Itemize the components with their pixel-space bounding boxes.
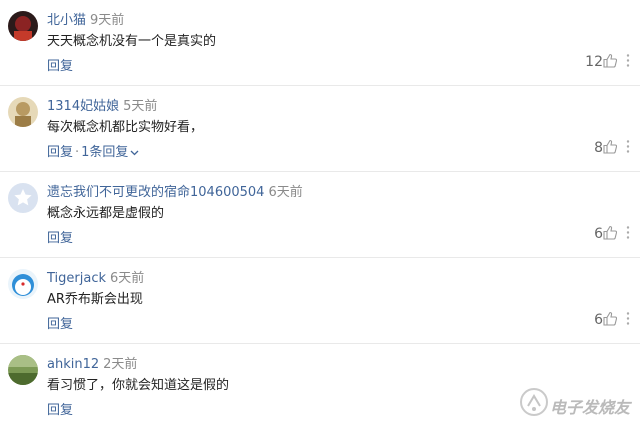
comment-item: 1314妃姑娘 5天前 每次概念机都比实物好看， 回复 · 1条回复 8 xyxy=(0,86,640,172)
timestamp: 6天前 xyxy=(268,185,303,200)
thumbs-up-icon[interactable] xyxy=(603,53,617,68)
comment-item: Tigerjack 6天前 AR乔布斯会出现 回复 6 xyxy=(0,258,640,344)
avatar[interactable] xyxy=(8,183,38,213)
comment-text: 概念永远都是虚假的 xyxy=(47,206,165,221)
username[interactable]: ahkin12 xyxy=(47,357,99,372)
timestamp: 9天前 xyxy=(90,13,125,28)
username[interactable]: 遗忘我们不可更改的宿命104600504 xyxy=(47,185,264,200)
watermark: 电子发烧友 xyxy=(518,382,630,422)
comment-text: AR乔布斯会出现 xyxy=(47,292,143,307)
separator: · xyxy=(75,145,80,160)
timestamp: 6天前 xyxy=(110,271,145,286)
avatar[interactable] xyxy=(8,97,38,127)
more-options-icon[interactable] xyxy=(623,311,633,326)
like-count: 6 xyxy=(594,312,603,328)
more-options-icon[interactable] xyxy=(623,225,633,240)
more-options-icon[interactable] xyxy=(623,139,633,154)
comment-item: 遗忘我们不可更改的宿命104600504 6天前 概念永远都是虚假的 回复 6 xyxy=(0,172,640,258)
comment-text: 每次概念机都比实物好看， xyxy=(47,120,204,135)
avatar[interactable] xyxy=(8,355,38,385)
thumbs-up-icon[interactable] xyxy=(603,139,617,154)
comment-item: 北小猫 9天前 天天概念机没有一个是真实的 回复 12 xyxy=(0,0,640,86)
chevron-down-icon[interactable] xyxy=(130,150,139,156)
username[interactable]: 1314妃姑娘 xyxy=(47,99,119,114)
thumbs-up-icon[interactable] xyxy=(603,311,617,326)
reply-button[interactable]: 回复 xyxy=(47,403,73,418)
reply-button[interactable]: 回复 xyxy=(47,231,73,246)
username[interactable]: Tigerjack xyxy=(47,271,106,286)
thumbs-up-icon[interactable] xyxy=(603,225,617,240)
reply-button[interactable]: 回复 xyxy=(47,145,73,160)
watermark-logo-icon xyxy=(520,388,548,416)
avatar[interactable] xyxy=(8,11,38,41)
comment-text: 天天概念机没有一个是真实的 xyxy=(47,34,217,49)
like-count: 8 xyxy=(594,140,603,156)
view-replies-link[interactable]: 1条回复 xyxy=(81,145,128,160)
reply-button[interactable]: 回复 xyxy=(47,317,73,332)
username[interactable]: 北小猫 xyxy=(47,13,86,28)
timestamp: 2天前 xyxy=(103,357,138,372)
more-options-icon[interactable] xyxy=(623,53,633,68)
watermark-text: 电子发烧友 xyxy=(550,398,631,417)
reply-button[interactable]: 回复 xyxy=(47,59,73,74)
comment-text: 看习惯了，你就会知道这是假的 xyxy=(47,378,230,393)
like-count: 6 xyxy=(594,226,603,242)
timestamp: 5天前 xyxy=(123,99,158,114)
like-count: 12 xyxy=(585,54,603,70)
avatar[interactable] xyxy=(8,269,38,299)
